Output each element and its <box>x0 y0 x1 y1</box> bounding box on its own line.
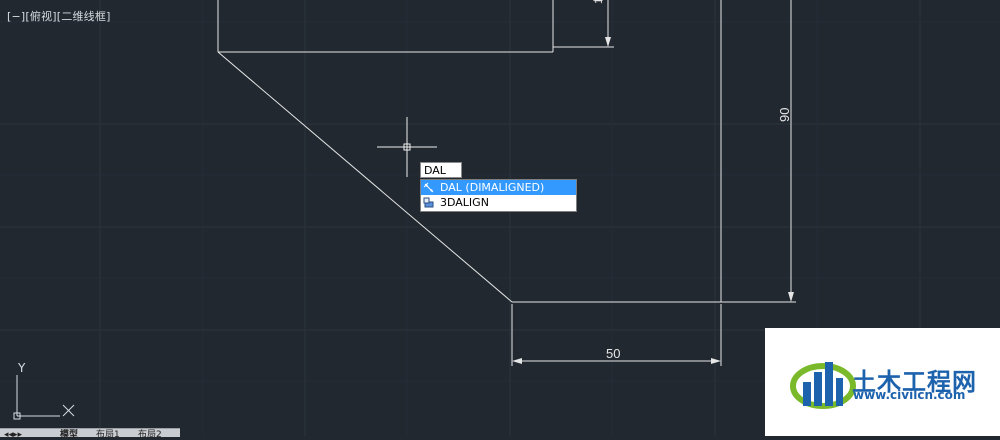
ucs-icon <box>13 375 75 420</box>
dynamic-command-input[interactable]: DAL <box>420 162 462 178</box>
drawing-canvas[interactable]: 50 90 10 Y [−][俯视][二维线框] DAL <box>0 0 1000 440</box>
dimension-top[interactable] <box>593 0 611 47</box>
dim-top-text: 10 <box>593 0 605 4</box>
ucs-y-label: Y <box>17 361 26 375</box>
suggestion-label: 3DALIGN <box>440 196 489 209</box>
drawing-geometry[interactable] <box>217 0 722 303</box>
dimension-vertical[interactable] <box>721 0 796 303</box>
viewport-controls-label[interactable]: [−][俯视][二维线框] <box>7 8 111 24</box>
watermark-logo: 土木工程网 www.civilcn.com <box>765 328 1000 436</box>
chamfer-diagonal <box>217 51 513 303</box>
suggestion-label: DAL (DIMALIGNED) <box>440 181 545 194</box>
suggestion-dimaligned[interactable]: DAL (DIMALIGNED) <box>421 180 576 195</box>
dim-horizontal-text: 50 <box>606 346 620 361</box>
watermark-url: www.civilcn.com <box>853 388 966 402</box>
dim-vertical-text: 90 <box>777 108 792 122</box>
civilcn-logo-icon <box>790 362 856 409</box>
command-autocomplete-list[interactable]: DAL (DIMALIGNED) 3DALIGN <box>420 179 577 212</box>
suggestion-3dalign[interactable]: 3DALIGN <box>421 195 576 210</box>
3dalign-icon <box>423 197 434 208</box>
dimaligned-icon <box>423 182 434 193</box>
